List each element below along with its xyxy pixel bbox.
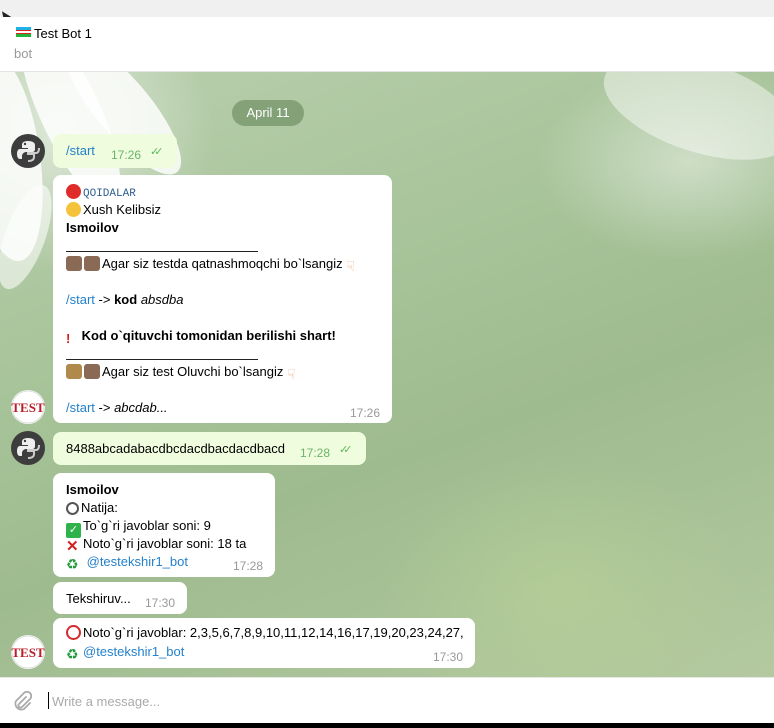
uzbekistan-flag-icon — [16, 27, 31, 38]
exclamation-icon: ! — [66, 331, 71, 346]
message-text-checking: Tekshiruv... — [66, 591, 131, 606]
attach-paperclip-icon[interactable] — [12, 690, 33, 716]
divider-line — [66, 359, 258, 360]
message-bubble-in[interactable]: Ismoilov Natija: ✓ To`g`ri javoblar soni:… — [53, 473, 275, 577]
chat-subtitle: bot — [14, 46, 33, 61]
wrong-line: ✕ Noto`g`ri javoblar soni: 18 ta — [66, 536, 246, 554]
user-avatar[interactable] — [11, 431, 45, 465]
greeting-text: Xush Kelibsiz — [83, 202, 162, 217]
double-check-icon: ✓✓ — [150, 146, 164, 158]
grin-emoji-icon — [66, 202, 81, 217]
svg-text:TEST: TEST — [11, 400, 45, 415]
wrong-text: Noto`g`ri javoblar soni: 18 ta — [83, 536, 247, 551]
message-time: 17:30 — [433, 650, 464, 664]
message-composer — [0, 677, 774, 724]
participate-text: Agar siz testda qatnashmoqchi bo`lsangiz — [102, 256, 343, 271]
start-command-link[interactable]: /start — [66, 400, 95, 415]
message-bubble-out[interactable]: /start 17:26 ✓✓ — [53, 134, 177, 168]
start-command-link[interactable]: /start — [66, 292, 95, 307]
bot-avatar[interactable]: TEST — [11, 635, 45, 669]
kod-word: kod — [114, 292, 138, 307]
message-text-code: 8488abcadabacdbcdacdbacdacdbacd — [66, 441, 286, 456]
message-time: 17:28 — [233, 559, 264, 573]
alarm-clock-icon — [66, 625, 81, 640]
start-kod-line: /start -> kod absdba — [66, 292, 183, 307]
message-bubble-in[interactable]: QOIDALAR Xush Kelibsiz Ismoilov Agar siz… — [53, 175, 392, 423]
arrow-text: -> — [94, 400, 115, 415]
abcdab-text: abcdab... — [114, 400, 168, 415]
double-check-icon: ✓✓ — [339, 444, 353, 456]
teacher-icon — [66, 364, 82, 379]
correct-text: To`g`ri javoblar soni: 9 — [83, 518, 211, 533]
window-bottom-strip — [0, 723, 774, 728]
user-avatar[interactable] — [11, 134, 45, 168]
correct-line: ✓ To`g`ri javoblar soni: 9 — [66, 518, 211, 538]
divider-line — [66, 251, 258, 252]
natija-line: Natija: — [66, 500, 118, 515]
teacher-text: Agar siz test Oluvchi bo`lsangiz — [102, 364, 284, 379]
magnifier-icon — [66, 502, 79, 515]
message-bubble-in[interactable]: Tekshiruv... 17:30 — [53, 582, 187, 614]
bot-handle-line: ♻ @testekshir1_bot — [66, 644, 184, 662]
message-time: 17:28 — [300, 446, 331, 460]
message-bubble-out[interactable]: 8488abcadabacdbcdacdbacdacdbacd 17:28 ✓✓ — [53, 432, 366, 465]
date-separator: April 11 — [232, 100, 304, 126]
kod-value: absdba — [140, 292, 184, 307]
message-input[interactable] — [50, 688, 754, 714]
pointing-down-icon: ☟ — [346, 258, 355, 274]
start-abcdab-line: /start -> abcdab... — [66, 400, 168, 415]
message-time: 17:26 — [350, 406, 381, 420]
text-caret — [48, 692, 49, 709]
background-petal — [590, 72, 774, 181]
warning-text: Kod o`qituvchi tomonidan berilishi shart… — [81, 328, 336, 343]
bot-handle-line: ♻ @testekshir1_bot — [66, 554, 188, 572]
window-top-strip — [0, 0, 774, 17]
message-time: 17:26 — [111, 148, 142, 162]
qoidalar-label: QOIDALAR — [83, 188, 136, 200]
recycle-icon: ♻ — [66, 646, 79, 662]
chat-area[interactable]: April 11 /start 17:26 ✓✓ QOIDALAR Xush K… — [0, 72, 774, 677]
arrow-text: -> — [94, 292, 115, 307]
teacher-line: Agar siz test Oluvchi bo`lsangiz ☟ — [66, 364, 305, 382]
student-icon — [84, 256, 100, 271]
student-icon — [66, 256, 82, 271]
pointing-down-icon: ☟ — [286, 366, 296, 382]
participate-line: Agar siz testda qatnashmoqchi bo`lsangiz… — [66, 256, 364, 274]
cross-mark-icon: ✕ — [66, 538, 79, 555]
svg-text:TEST: TEST — [11, 645, 45, 660]
wrong-answers-text: Noto`g`ri javoblar: 2,3,5,6,7,8,9,10,11,… — [83, 625, 464, 640]
message-text-start-command[interactable]: /start — [66, 143, 95, 158]
message-bubble-in[interactable]: Noto`g`ri javoblar: 2,3,5,6,7,8,9,10,11,… — [53, 618, 475, 668]
message-time: 17:30 — [145, 596, 176, 610]
user-name: Ismoilov — [66, 220, 119, 235]
chat-header[interactable]: Test Bot 1 bot — [0, 17, 774, 72]
wrong-answers-line: Noto`g`ri javoblar: 2,3,5,6,7,8,9,10,11,… — [66, 625, 464, 640]
warning-line: ! Kod o`qituvchi tomonidan berilishi sha… — [66, 328, 336, 346]
greeting-line: Xush Kelibsiz — [66, 202, 161, 217]
red-circle-icon — [66, 184, 81, 199]
recycle-icon: ♻ — [66, 556, 79, 572]
chat-title: Test Bot 1 — [34, 26, 92, 41]
natija-text: Natija: — [81, 500, 118, 515]
bot-avatar[interactable]: TEST — [11, 390, 45, 424]
bot-handle-link[interactable]: @testekshir1_bot — [83, 644, 184, 659]
qoidalar-line: QOIDALAR — [66, 184, 136, 200]
teacher-icon — [84, 364, 100, 379]
user-name: Ismoilov — [66, 482, 119, 497]
bot-handle-link[interactable]: @testekshir1_bot — [87, 554, 188, 569]
